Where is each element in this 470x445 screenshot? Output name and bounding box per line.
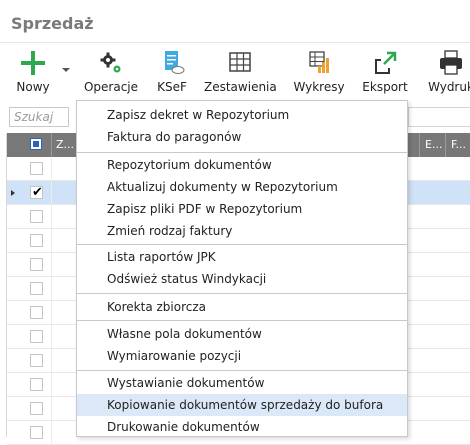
menu-item-change-invoice-type[interactable]: Zmień rodzaj faktury <box>77 220 407 242</box>
new-dropdown-arrow-icon[interactable] <box>62 68 70 72</box>
table-grid-icon <box>229 52 251 72</box>
search-input[interactable]: Szukaj <box>9 107 69 127</box>
cell-divider <box>51 373 52 397</box>
menu-separator <box>77 320 407 321</box>
menu-item-invoice-to-receipts[interactable]: Faktura do paragonów <box>77 126 407 148</box>
new-button[interactable]: Nowy <box>8 48 58 98</box>
row-checkbox[interactable] <box>30 330 43 343</box>
menu-separator <box>77 293 407 294</box>
cell-divider <box>51 397 52 421</box>
cell-divider <box>51 157 52 181</box>
row-checkbox[interactable] <box>30 234 43 247</box>
cell-divider <box>51 277 52 301</box>
menu-item-custom-document-fields[interactable]: Własne pola dokumentów <box>77 323 407 345</box>
printer-icon <box>440 50 462 75</box>
checkmark-icon: ✔ <box>32 185 43 200</box>
operations-button-label: Operacje <box>83 80 139 94</box>
menu-item-save-pdf-repository[interactable]: Zapisz pliki PDF w Repozytorium <box>77 198 407 220</box>
menu-separator <box>77 152 407 153</box>
menu-item-bulk-correction[interactable]: Korekta zbiorcza <box>77 296 407 318</box>
menu-item-document-repository[interactable]: Repozytorium dokumentów <box>77 154 407 176</box>
row-checkbox[interactable]: ✔ <box>30 185 43 200</box>
new-button-label: Nowy <box>16 80 50 94</box>
cell-divider <box>51 205 52 229</box>
cell-divider <box>51 253 52 277</box>
menu-item-issue-documents[interactable]: Wystawianie dokumentów <box>77 372 407 394</box>
menu-item-copy-sales-documents-to-buffer[interactable]: Kopiowanie dokumentów sprzedaży do bufor… <box>77 394 407 416</box>
row-checkbox[interactable] <box>30 210 43 223</box>
menu-item-print-documents[interactable]: Drukowanie dokumentów <box>77 416 407 438</box>
charts-button-label: Wykresy <box>293 80 345 94</box>
filter-field[interactable] <box>408 107 470 127</box>
reports-button[interactable]: Zestawienia <box>204 48 277 98</box>
menu-separator <box>77 370 407 371</box>
cell-divider <box>51 325 52 349</box>
menu-item-item-dimensions[interactable]: Wymiarowanie pozycji <box>77 345 407 367</box>
menu-item-refresh-collection-status[interactable]: Odśwież status Windykacji <box>77 268 407 290</box>
row-checkbox[interactable] <box>30 402 43 415</box>
header-divider <box>0 42 470 43</box>
operations-button[interactable]: Operacje <box>82 48 140 98</box>
print-button-label: Wydruk <box>428 80 470 94</box>
cell-divider <box>51 301 52 325</box>
export-button[interactable]: Eksport <box>360 48 410 98</box>
row-checkbox[interactable] <box>30 354 43 367</box>
current-row-indicator-icon <box>11 190 15 196</box>
menu-item-save-decree-repository[interactable]: Zapisz dekret w Repozytorium <box>77 104 407 126</box>
cell-divider <box>51 349 52 373</box>
ksef-button-label: KSeF <box>157 80 187 94</box>
chart-bars-icon <box>309 51 329 73</box>
row-indicator-column <box>0 133 7 437</box>
menu-separator <box>77 244 407 245</box>
row-checkbox[interactable] <box>30 378 43 391</box>
export-arrow-icon <box>375 51 397 74</box>
row-checkbox[interactable] <box>30 306 43 319</box>
cell-divider <box>51 181 52 205</box>
cell-divider <box>51 421 52 445</box>
operations-dropdown-menu: Zapisz dekret w Repozytorium Faktura do … <box>76 100 408 437</box>
row-checkbox[interactable] <box>30 258 43 271</box>
page-title: Sprzedaż <box>11 14 94 33</box>
row-checkbox[interactable] <box>30 282 43 295</box>
reports-button-label: Zestawienia <box>204 80 277 94</box>
charts-button[interactable]: Wykresy <box>292 48 346 98</box>
column-header-f[interactable]: F... <box>445 133 470 157</box>
gears-icon <box>100 52 121 73</box>
ksef-document-cloud-icon <box>165 51 185 74</box>
menu-item-update-documents-repository[interactable]: Aktualizuj dokumenty w Repozytorium <box>77 176 407 198</box>
export-button-label: Eksport <box>362 80 408 94</box>
row-checkbox[interactable] <box>30 426 43 439</box>
select-all-checkbox[interactable] <box>30 138 42 150</box>
column-header-e[interactable]: E... <box>419 133 447 157</box>
ksef-button[interactable]: KSeF <box>150 48 194 98</box>
print-button[interactable]: Wydruk <box>424 48 470 98</box>
menu-item-jpk-reports-list[interactable]: Lista raportów JPK <box>77 246 407 268</box>
row-checkbox[interactable] <box>30 162 43 175</box>
plus-icon <box>21 51 45 75</box>
cell-divider <box>51 229 52 253</box>
